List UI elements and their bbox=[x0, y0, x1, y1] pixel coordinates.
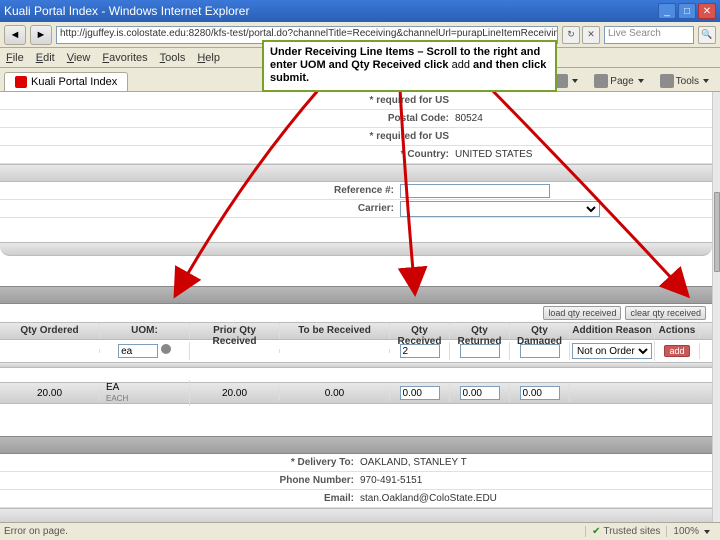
label-email: Email: bbox=[0, 493, 360, 504]
col-addition-reason: Addition Reason bbox=[570, 323, 655, 339]
col-qty-damaged: Qty Damaged bbox=[510, 323, 570, 339]
load-qty-button[interactable]: load qty received bbox=[543, 306, 621, 320]
chevron-down-icon bbox=[704, 530, 710, 534]
tools-icon bbox=[660, 74, 674, 88]
forward-button[interactable]: ► bbox=[30, 25, 52, 45]
col-to-be-received: To be Received bbox=[280, 323, 390, 339]
refresh-button[interactable]: ↻ bbox=[562, 26, 580, 44]
menu-favorites[interactable]: Favorites bbox=[102, 52, 147, 64]
form-content: * required for US Postal Code:80524 * re… bbox=[0, 92, 712, 522]
cell-prior-qty: 20.00 bbox=[190, 386, 280, 401]
back-button[interactable]: ◄ bbox=[4, 25, 26, 45]
qty-returned-input[interactable] bbox=[460, 344, 500, 358]
tools-label: Tools bbox=[676, 76, 699, 87]
minimize-button[interactable]: _ bbox=[658, 3, 676, 19]
tab-label: Kuali Portal Index bbox=[31, 76, 117, 88]
chevron-down-icon bbox=[638, 79, 644, 83]
col-prior-qty: Prior Qty Received bbox=[190, 323, 280, 339]
col-uom: UOM: bbox=[100, 323, 190, 339]
page-menu[interactable]: Page bbox=[589, 71, 648, 91]
label-postal-code: Postal Code: bbox=[0, 113, 455, 124]
uom-input[interactable] bbox=[118, 344, 158, 358]
qty-received-input-2[interactable] bbox=[400, 386, 440, 400]
trusted-label: Trusted sites bbox=[604, 526, 661, 537]
maximize-button[interactable]: □ bbox=[678, 3, 696, 19]
addition-reason-select[interactable]: Not on Order bbox=[572, 343, 652, 359]
label-country: * Country: bbox=[0, 149, 455, 160]
value-postal-code: 80524 bbox=[455, 113, 483, 124]
favicon-icon bbox=[15, 76, 27, 88]
value-email: stan.Oakland@ColoState.EDU bbox=[360, 493, 497, 504]
tab-kuali-portal[interactable]: Kuali Portal Index bbox=[4, 72, 128, 91]
vertical-scrollbar[interactable] bbox=[712, 92, 720, 522]
status-zoom[interactable]: 100% bbox=[666, 526, 716, 537]
qty-received-input[interactable] bbox=[400, 344, 440, 358]
tools-menu[interactable]: Tools bbox=[655, 71, 714, 91]
carrier-select[interactable] bbox=[400, 201, 600, 217]
menu-tools[interactable]: Tools bbox=[160, 52, 186, 64]
menu-view[interactable]: View bbox=[67, 52, 91, 64]
zoom-label: 100% bbox=[673, 526, 699, 537]
cell-uom: EA bbox=[106, 382, 119, 393]
stop-button[interactable]: ✕ bbox=[582, 26, 600, 44]
clear-qty-button[interactable]: clear qty received bbox=[625, 306, 706, 320]
status-trusted-sites[interactable]: ✔Trusted sites bbox=[585, 526, 666, 537]
search-go-button[interactable]: 🔍 bbox=[698, 26, 716, 44]
instruction-callout: Under Receiving Line Items – Scroll to t… bbox=[262, 40, 557, 92]
page-label: Page bbox=[610, 76, 633, 87]
col-qty-received: Qty Received bbox=[390, 323, 450, 339]
label-phone: Phone Number: bbox=[0, 475, 360, 486]
menu-file[interactable]: File bbox=[6, 52, 24, 64]
menu-edit[interactable]: Edit bbox=[36, 52, 55, 64]
reference-input[interactable] bbox=[400, 184, 550, 198]
chevron-down-icon bbox=[572, 79, 578, 83]
label-carrier: Carrier: bbox=[0, 203, 400, 214]
close-button[interactable]: ✕ bbox=[698, 3, 716, 19]
qty-returned-input-2[interactable] bbox=[460, 386, 500, 400]
value-phone: 970-491-5151 bbox=[360, 475, 422, 486]
value-country: UNITED STATES bbox=[455, 149, 532, 160]
search-input[interactable]: Live Search bbox=[604, 26, 694, 44]
label-required-us-2: * required for US bbox=[0, 131, 455, 142]
label-reference: Reference #: bbox=[0, 185, 400, 196]
window-title: Kuali Portal Index - Windows Internet Ex… bbox=[4, 4, 658, 18]
cell-uom-desc: EACH bbox=[106, 394, 128, 403]
qty-damaged-input-2[interactable] bbox=[520, 386, 560, 400]
col-qty-returned: Qty Returned bbox=[450, 323, 510, 339]
cell-qty-ordered: 20.00 bbox=[0, 386, 100, 401]
value-delivery-to: OAKLAND, STANLEY T bbox=[360, 457, 467, 468]
status-text: Error on page. bbox=[4, 526, 68, 537]
add-button[interactable]: add bbox=[664, 345, 689, 357]
col-actions: Actions bbox=[655, 323, 700, 339]
col-qty-ordered: Qty Ordered bbox=[0, 323, 100, 339]
menu-help[interactable]: Help bbox=[197, 52, 220, 64]
qty-damaged-input[interactable] bbox=[520, 344, 560, 358]
cell-to-be-received: 0.00 bbox=[280, 386, 390, 401]
chevron-down-icon bbox=[703, 79, 709, 83]
page-icon bbox=[594, 74, 608, 88]
label-delivery-to: * Delivery To: bbox=[0, 457, 360, 468]
callout-text-b: add bbox=[452, 59, 470, 71]
lookup-icon[interactable] bbox=[161, 344, 171, 354]
scroll-thumb[interactable] bbox=[714, 192, 720, 272]
label-required-us-1: * required for US bbox=[0, 95, 455, 106]
